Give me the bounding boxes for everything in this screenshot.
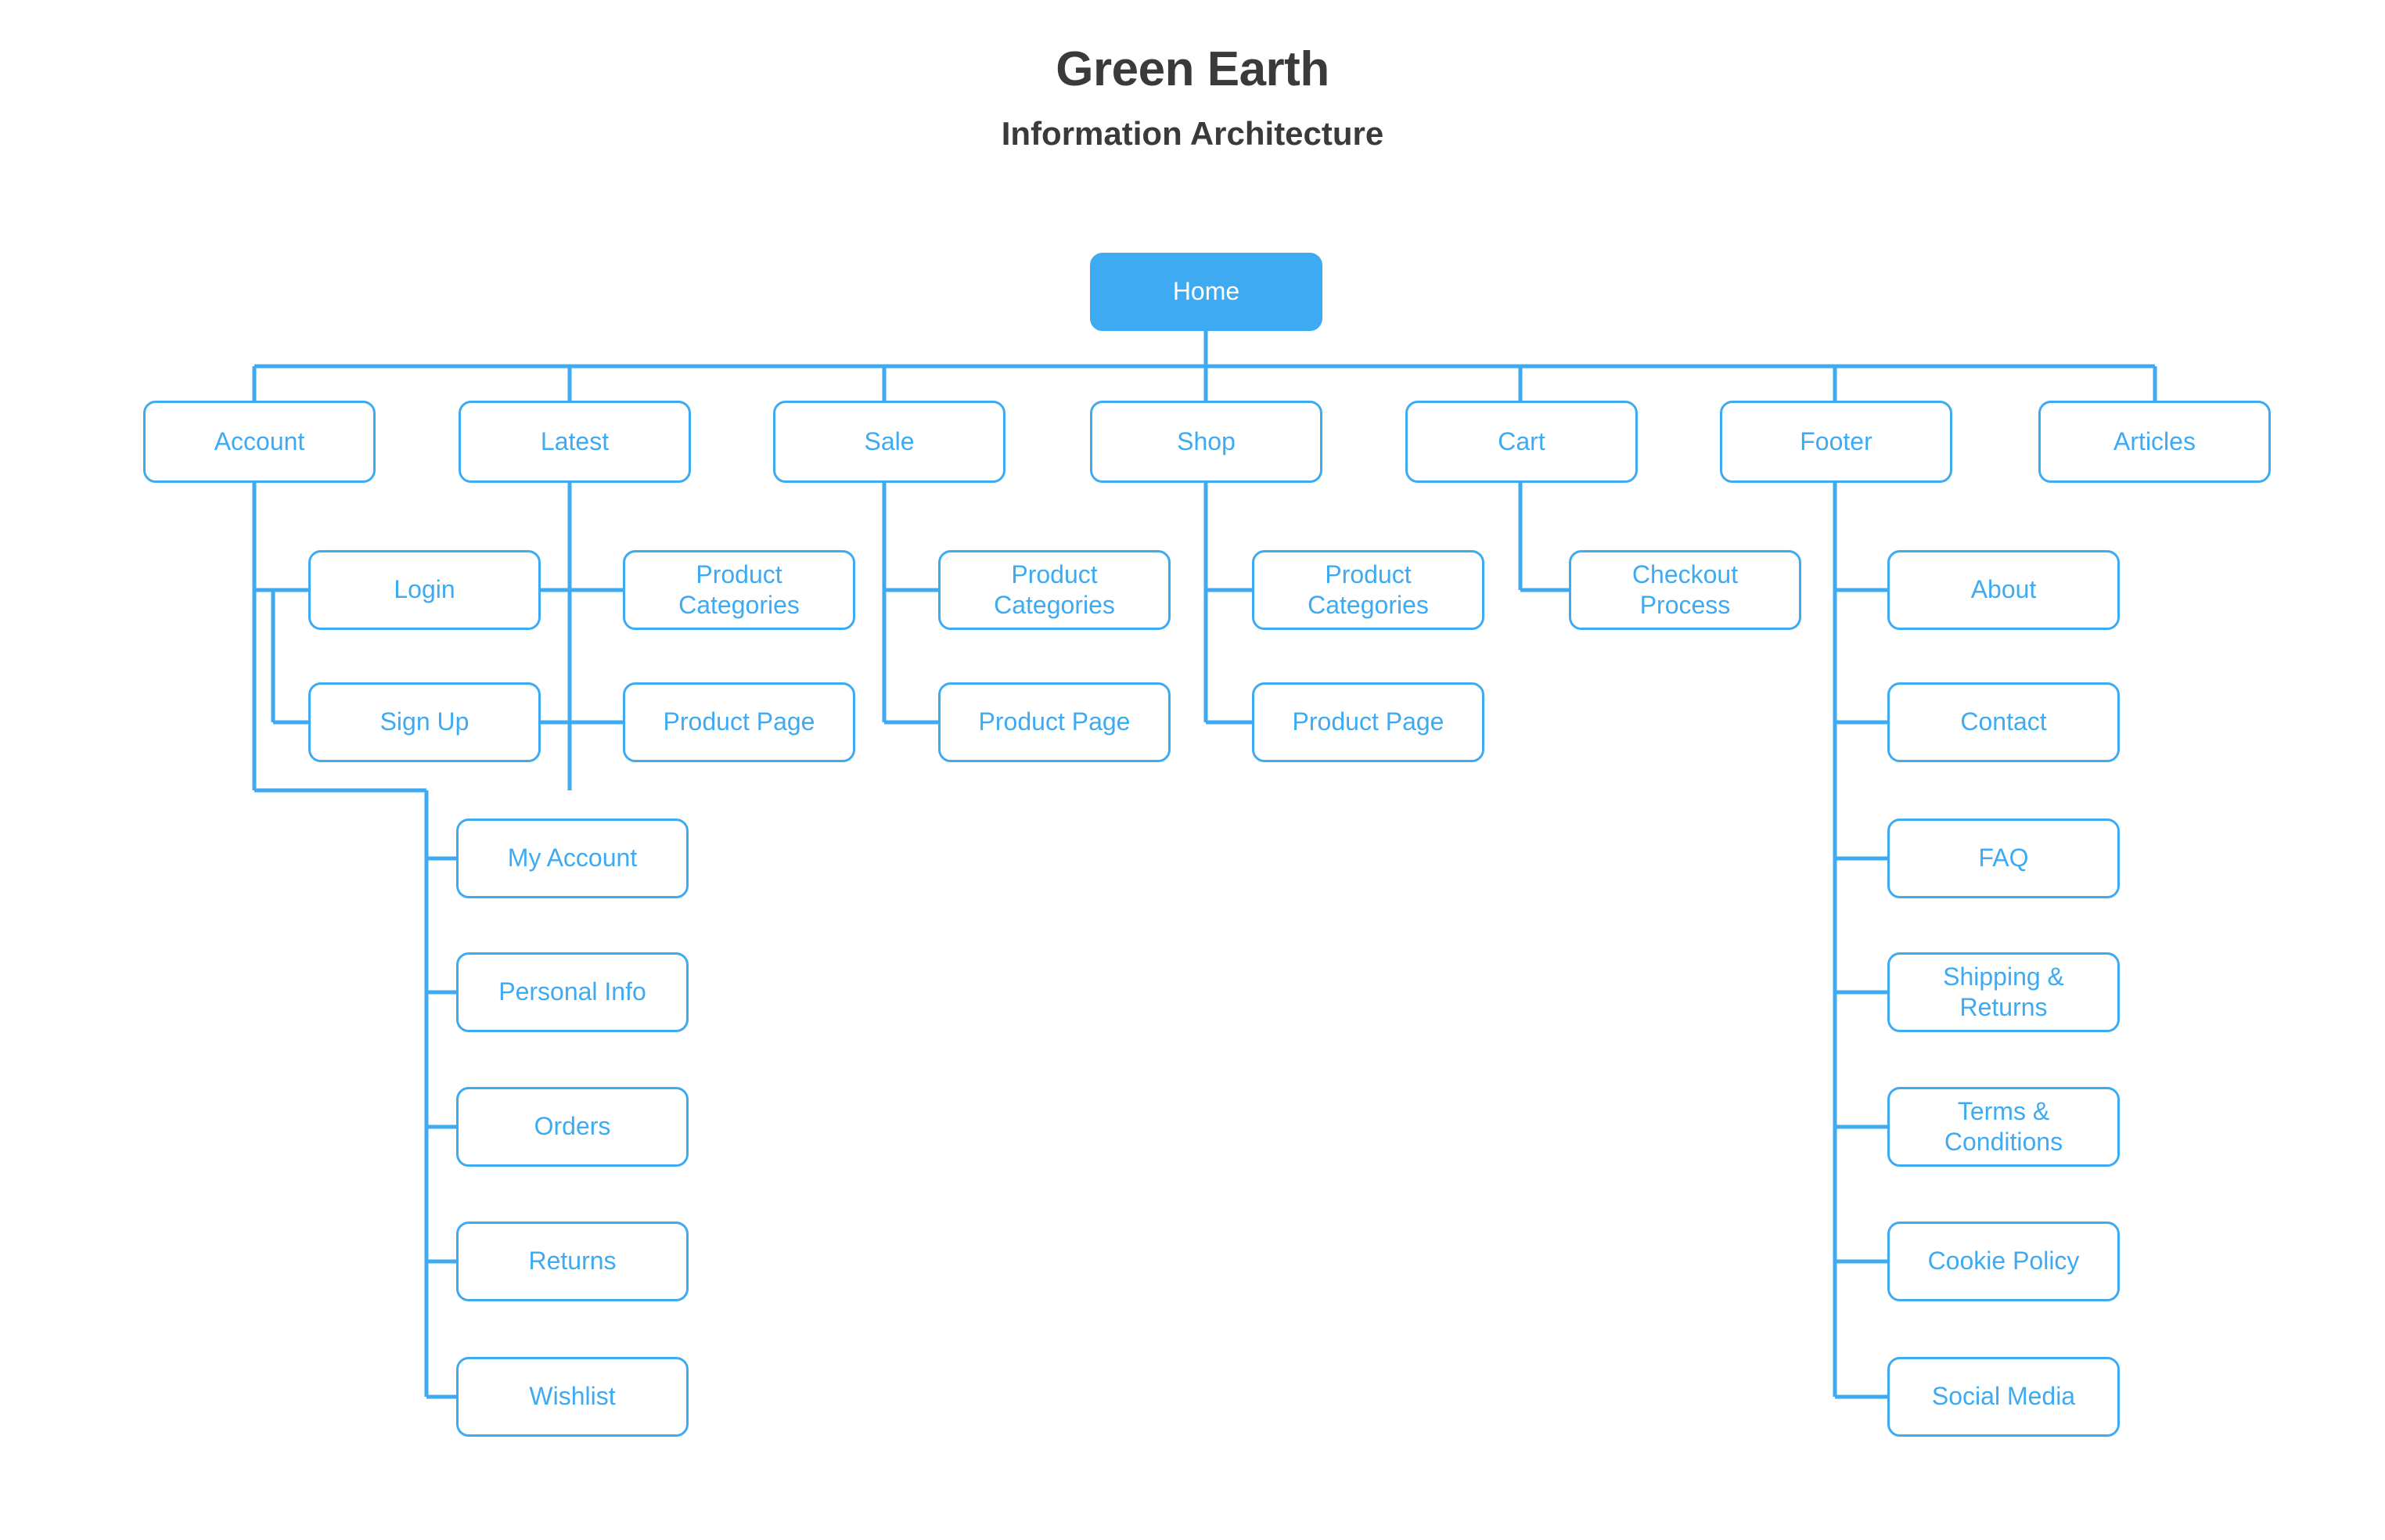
node-about[interactable]: About [1887,550,2120,630]
node-faq[interactable]: FAQ [1887,819,2120,898]
node-shop-product-page[interactable]: Product Page [1252,682,1484,762]
node-label: Checkout Process [1631,560,1739,619]
node-orders[interactable]: Orders [456,1087,689,1167]
node-personal-info[interactable]: Personal Info [456,952,689,1032]
node-label: My Account [507,844,638,873]
node-label: Sale [864,426,915,455]
node-label: Returns [528,1247,617,1276]
node-label: Sign Up [380,707,469,736]
page-title: Green Earth [1056,42,1329,96]
node-shop[interactable]: Shop [1090,401,1322,483]
node-shop-product-categories[interactable]: Product Categories [1252,550,1484,630]
node-label: Footer [1800,426,1872,455]
node-label: Account [214,426,305,455]
node-latest-product-categories[interactable]: Product Categories [623,550,855,630]
node-label: Product Categories [994,560,1115,619]
node-label: Product Page [663,707,815,736]
node-home[interactable]: Home [1090,253,1322,331]
node-label: Latest [540,426,610,455]
node-label: Terms & Conditions [1944,1096,2063,1156]
node-contact[interactable]: Contact [1887,682,2120,762]
node-my-account[interactable]: My Account [456,819,689,898]
page-subtitle: Information Architecture [1001,115,1384,152]
node-label: Personal Info [498,977,646,1006]
node-cart[interactable]: Cart [1405,401,1638,483]
node-label: Cart [1498,426,1545,455]
node-sign-up[interactable]: Sign Up [308,682,541,762]
node-checkout-process[interactable]: Checkout Process [1569,550,1801,630]
node-label: Product Page [1292,707,1444,736]
node-label: Shop [1177,426,1236,455]
node-footer[interactable]: Footer [1720,401,1952,483]
node-label: Wishlist [529,1382,616,1411]
node-label: Social Media [1931,1382,2076,1411]
node-label: FAQ [1978,844,2029,873]
node-returns[interactable]: Returns [456,1222,689,1301]
sitemap-diagram: Green Earth Information Architecture Hom… [0,0,2385,1540]
node-sale-product-page[interactable]: Product Page [938,682,1171,762]
connector-lines [252,331,2157,1399]
node-articles[interactable]: Articles [2038,401,2271,483]
node-label: Articles [2113,426,2196,455]
node-label: Product Categories [678,560,800,619]
node-sale[interactable]: Sale [773,401,1005,483]
node-label: Home [1172,277,1240,306]
node-label: Shipping & Returns [1943,962,2064,1021]
node-latest-product-page[interactable]: Product Page [623,682,855,762]
node-social-media[interactable]: Social Media [1887,1357,2120,1437]
node-label: Product Page [978,707,1131,736]
node-login[interactable]: Login [308,550,541,630]
node-cookie-policy[interactable]: Cookie Policy [1887,1222,2120,1301]
node-sale-product-categories[interactable]: Product Categories [938,550,1171,630]
node-label: Product Categories [1308,560,1429,619]
node-label: About [1970,575,2037,604]
node-label: Cookie Policy [1927,1247,2080,1276]
node-terms-and-conditions[interactable]: Terms & Conditions [1887,1087,2120,1167]
node-label: Contact [1960,707,2047,736]
node-latest[interactable]: Latest [459,401,691,483]
node-account[interactable]: Account [143,401,376,483]
diagram-header: Green Earth Information Architecture [0,0,2385,150]
node-label: Orders [534,1112,611,1141]
node-shipping-and-returns[interactable]: Shipping & Returns [1887,952,2120,1032]
node-wishlist[interactable]: Wishlist [456,1357,689,1437]
node-label: Login [394,575,455,604]
